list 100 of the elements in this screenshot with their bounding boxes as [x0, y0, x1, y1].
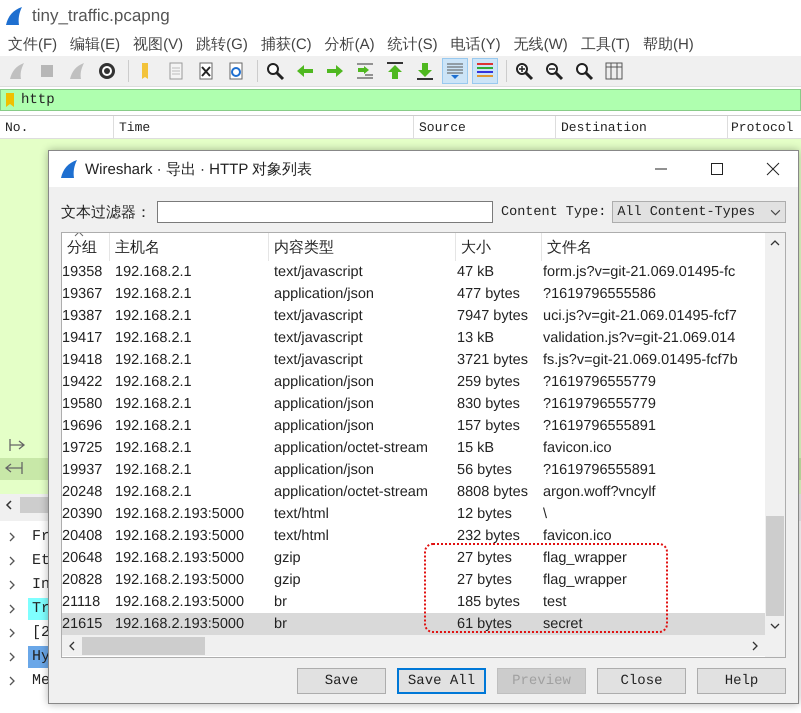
size-cell-text: 13 kB [456, 330, 496, 346]
column-header[interactable]: Source [414, 116, 556, 138]
menu-item[interactable]: 跳转(G) [190, 34, 255, 54]
dialog-button[interactable]: Help [697, 668, 786, 694]
window-title: tiny_traffic.pcapng [32, 6, 170, 26]
host-cell-text: 192.168.2.1 [114, 462, 193, 478]
filename-cell: flag_wrapper [542, 550, 627, 566]
expand-chevron-icon[interactable] [8, 603, 16, 615]
column-header[interactable]: 大小 [456, 233, 542, 261]
menu-item[interactable]: 文件(F) [2, 34, 64, 54]
table-row[interactable]: 21118 192.168.2.193:5000 br 185 bytes test [62, 591, 765, 613]
table-row[interactable]: 20248 192.168.2.1 application/octet-stream 8808 bytes argon.woff?vncylf [62, 481, 765, 503]
column-header[interactable]: Time [114, 116, 414, 138]
table-row[interactable]: 19422 192.168.2.1 application/json 259 bytes ?1619796555779 [62, 371, 765, 393]
filename-cell: ?1619796555891 [542, 418, 656, 434]
maximize-icon[interactable] [710, 162, 724, 176]
table-row[interactable]: 19387 192.168.2.1 text/javascript 7947 bytes uci.js?v=git-21.069.01495-fcf7 [62, 305, 765, 327]
size-cell-text: 477 bytes [456, 286, 521, 302]
menu-item[interactable]: 帮助(H) [636, 34, 701, 54]
filename-cell: uci.js?v=git-21.069.01495-fcf7 [542, 308, 737, 324]
menu-item[interactable]: 无线(W) [508, 34, 575, 54]
menu-item[interactable]: 分析(A) [318, 34, 382, 54]
host-cell-text: 192.168.2.193:5000 [114, 616, 246, 632]
table-row[interactable]: 19937 192.168.2.1 application/json 56 bytes ?1619796555891 [62, 459, 765, 481]
menu-item[interactable]: 统计(S) [382, 34, 445, 54]
table-row[interactable]: 20648 192.168.2.193:5000 gzip 27 bytes flag_wrapper [62, 547, 765, 569]
filename-cell: favicon.ico [542, 440, 612, 456]
column-header[interactable]: Destination [556, 116, 728, 138]
size-cell-text: 47 kB [456, 264, 496, 280]
table-row[interactable]: 19725 192.168.2.1 application/octet-stream 15 kB favicon.ico [62, 437, 765, 459]
size-cell-text: 259 bytes [456, 374, 521, 390]
column-header[interactable]: 文件名 [542, 233, 765, 261]
scrollbar-thumb[interactable] [766, 516, 784, 616]
expand-chevron-icon[interactable] [8, 531, 16, 543]
dialog-button[interactable]: Save [297, 668, 386, 694]
table-row[interactable]: 20408 192.168.2.193:5000 text/html 232 bytes favicon.ico [62, 525, 765, 547]
display-filter-field[interactable]: http [0, 89, 801, 111]
column-header[interactable]: 分组 [62, 233, 110, 261]
host-cell-text: 192.168.2.1 [114, 308, 193, 324]
text-filter-field[interactable] [157, 201, 493, 223]
size-cell-text: 12 bytes [456, 506, 513, 522]
close-icon[interactable] [766, 162, 780, 176]
table-row[interactable]: 19417 192.168.2.1 text/javascript 13 kB validation.js?v=git-21.069.014 [62, 327, 765, 349]
filename-cell: test [542, 594, 566, 610]
table-row[interactable]: 19696 192.168.2.1 application/json 157 bytes ?1619796555891 [62, 415, 765, 437]
dialog-button[interactable]: Close [597, 668, 686, 694]
column-header[interactable]: 内容类型 [269, 233, 456, 261]
content-type-dropdown[interactable]: All Content-Types [612, 201, 786, 223]
packet-cell-text: 20390 [62, 506, 104, 522]
table-row[interactable]: 19367 192.168.2.1 application/json 477 bytes ?1619796555586 [62, 283, 765, 305]
packet-cell-text: 19358 [62, 264, 104, 280]
scroll-left-icon[interactable] [67, 640, 77, 650]
menu-item[interactable]: 工具(T) [574, 34, 637, 54]
size-cell-text: 15 kB [456, 440, 496, 456]
table-row[interactable]: 19358 192.168.2.1 text/javascript 47 kB form.js?v=git-21.069.01495-fc [62, 261, 765, 283]
scroll-up-icon[interactable] [770, 238, 780, 248]
table-row[interactable]: 21615 192.168.2.193:5000 br 61 bytes secret [62, 613, 765, 635]
filename-cell: favicon.ico [542, 528, 612, 544]
size-cell-text: 7947 bytes [456, 308, 529, 324]
column-header[interactable]: 主机名 [110, 233, 269, 261]
type-cell-text: application/json [273, 418, 375, 434]
filename-cell: ?1619796555779 [542, 374, 656, 390]
expand-chevron-icon[interactable] [8, 627, 16, 639]
expand-chevron-icon[interactable] [8, 675, 16, 687]
dialog-title: Wireshark · 导出 · HTTP 对象列表 [85, 160, 314, 178]
size-cell-text: 157 bytes [456, 418, 521, 434]
scroll-left-icon[interactable] [4, 500, 14, 510]
menu-item[interactable]: 视图(V) [127, 34, 190, 54]
type-cell-text: text/javascript [273, 330, 364, 346]
host-cell-text: 192.168.2.1 [114, 286, 193, 302]
packet-cell-text: 19418 [62, 352, 104, 368]
packet-cell-text: 20248 [62, 484, 104, 500]
column-header[interactable]: Protocol [728, 116, 801, 138]
column-header[interactable]: No. [0, 116, 114, 138]
size-cell-text: 232 bytes [456, 528, 521, 544]
menu-item[interactable]: 电话(Y) [444, 34, 508, 54]
type-cell-text: text/javascript [273, 308, 364, 324]
host-cell-text: 192.168.2.1 [114, 418, 193, 434]
filename-cell: form.js?v=git-21.069.01495-fc [542, 264, 736, 280]
type-cell-text: application/octet-stream [273, 440, 429, 456]
scrollbar-thumb[interactable] [82, 636, 205, 654]
packet-cell-text: 20828 [62, 572, 104, 588]
packet-cell-text: 19417 [62, 330, 104, 346]
expand-chevron-icon[interactable] [8, 555, 16, 567]
table-row[interactable]: 19580 192.168.2.1 application/json 830 bytes ?1619796555779 [62, 393, 765, 415]
table-row[interactable]: 19418 192.168.2.1 text/javascript 3721 bytes fs.js?v=git-21.069.01495-fcf7b [62, 349, 765, 371]
dialog-button[interactable]: Save All [397, 668, 486, 694]
menu-item[interactable]: 捕获(C) [254, 34, 319, 54]
expand-chevron-icon[interactable] [8, 579, 16, 591]
host-cell-text: 192.168.2.193:5000 [114, 594, 246, 610]
packet-cell-text: 19725 [62, 440, 104, 456]
scroll-right-icon[interactable] [750, 640, 760, 650]
packet-cell-text: 19422 [62, 374, 104, 390]
size-cell-text: 27 bytes [456, 572, 513, 588]
expand-chevron-icon[interactable] [8, 651, 16, 663]
menu-item[interactable]: 编辑(E) [64, 34, 128, 54]
shark-fin-icon [59, 159, 79, 179]
table-row[interactable]: 20828 192.168.2.193:5000 gzip 27 bytes flag_wrapper [62, 569, 765, 591]
scroll-down-icon[interactable] [770, 621, 780, 631]
table-row[interactable]: 20390 192.168.2.193:5000 text/html 12 bytes \ [62, 503, 765, 525]
